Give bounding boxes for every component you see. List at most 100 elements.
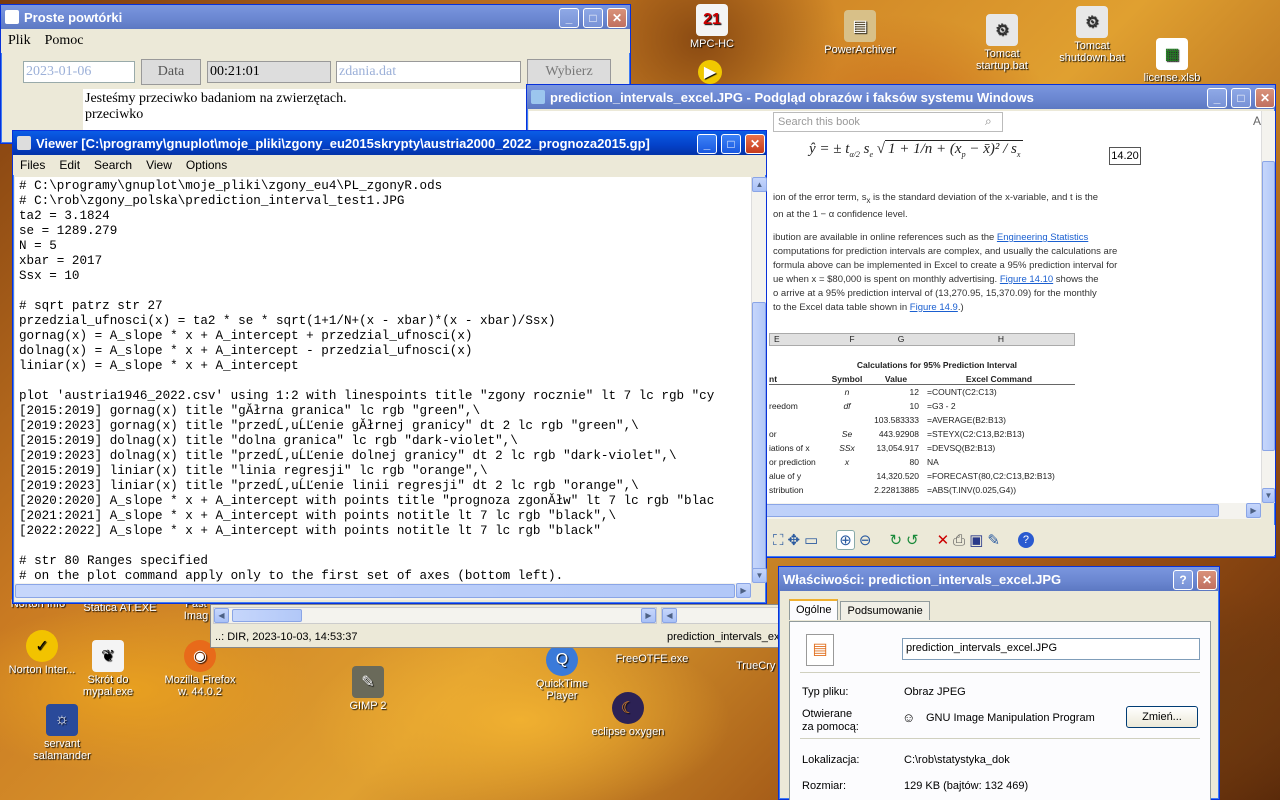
scroll-thumb[interactable] bbox=[1262, 161, 1275, 451]
viewer-hscroll[interactable]: ▶ bbox=[15, 583, 751, 600]
viewer-vscroll[interactable]: ▲ ▼ bbox=[751, 177, 767, 583]
scroll-thumb[interactable] bbox=[15, 584, 735, 598]
minimize-icon[interactable]: _ bbox=[1207, 88, 1227, 108]
scroll-left-icon[interactable]: ◀ bbox=[662, 608, 677, 623]
table-cell: 103.583333 bbox=[874, 415, 919, 425]
image-vscroll[interactable]: ▼ bbox=[1261, 111, 1275, 503]
book-search-box[interactable]: Search this book bbox=[773, 112, 1003, 132]
scroll-down-icon[interactable]: ▼ bbox=[752, 568, 767, 583]
menu-edit[interactable]: Edit bbox=[52, 158, 87, 172]
table-row: 103.583333 =AVERAGE(B2:B13) bbox=[769, 413, 1075, 427]
code-line: [2019:2023] dolnag(x) title "przedĹ‚uĹĽe… bbox=[19, 449, 677, 463]
edit-icon[interactable]: ✎ bbox=[987, 531, 1000, 549]
desktop-icon-mypal[interactable]: ❦ Skrót do mypal.exe bbox=[66, 640, 150, 698]
table-cell: =STEYX(C2:C13,B2:B13) bbox=[927, 429, 1025, 439]
scroll-right-icon[interactable]: ▶ bbox=[736, 583, 751, 598]
code-line: liniar(x) = A_slope * x + A_intercept bbox=[19, 359, 299, 373]
scroll-thumb[interactable] bbox=[752, 302, 766, 570]
change-button[interactable]: Zmień... bbox=[1126, 706, 1198, 728]
close-icon[interactable]: ✕ bbox=[607, 8, 627, 28]
right-hscroll[interactable]: ◀ bbox=[661, 607, 779, 624]
properties-titlebar[interactable]: Właściwości: prediction_intervals_excel.… bbox=[779, 567, 1219, 591]
table-cell: or prediction bbox=[769, 457, 816, 467]
scroll-up-icon[interactable]: ▲ bbox=[752, 177, 767, 192]
desktop-icon-powerarchiver[interactable]: ▤ PowerArchiver bbox=[818, 10, 902, 56]
desktop-icon-freeotfe[interactable]: FreeOTFE.exe bbox=[610, 653, 694, 665]
desktop-icon-gimp[interactable]: ✎ GIMP 2 bbox=[326, 666, 410, 712]
viewer-titlebar[interactable]: Viewer [C:\programy\gnuplot\moje_pliki\z… bbox=[13, 131, 766, 155]
date-field[interactable]: 2023-01-06 bbox=[23, 61, 135, 83]
rotate-ccw-icon[interactable]: ↺ bbox=[906, 531, 919, 549]
table-cell: df bbox=[843, 401, 851, 411]
desktop-icon-firefox[interactable]: ◉ Mozilla Firefox w. 44.0.2 bbox=[158, 640, 242, 698]
help-icon[interactable]: ? bbox=[1173, 570, 1193, 590]
viewer-text-area[interactable]: # C:\programy\gnuplot\moje_pliki\zgony_e… bbox=[15, 177, 751, 583]
scroll-right-icon[interactable]: ▶ bbox=[641, 608, 656, 623]
delete-icon[interactable]: ✕ bbox=[937, 531, 950, 549]
desktop-icon-truecrypt[interactable]: TrueCrypt bbox=[736, 660, 776, 672]
menu-view[interactable]: View bbox=[139, 158, 179, 172]
properties-dialog: Właściwości: prediction_intervals_excel.… bbox=[778, 566, 1220, 800]
menu-search[interactable]: Search bbox=[87, 158, 139, 172]
best-fit-icon[interactable]: ⛶ bbox=[773, 532, 784, 549]
code-line: [2021:2021] A_slope * x + A_intercept wi… bbox=[19, 509, 617, 523]
time-field: 00:21:01 bbox=[207, 61, 331, 83]
actual-size-icon[interactable]: ✥ bbox=[788, 531, 801, 549]
desktop-icon-tomcat-startup[interactable]: ⚙ Tomcat startup.bat bbox=[960, 14, 1044, 72]
tab-summary[interactable]: Podsumowanie bbox=[840, 601, 930, 620]
scroll-down-icon[interactable]: ▼ bbox=[1262, 488, 1275, 503]
scroll-right-icon[interactable]: ▶ bbox=[1246, 503, 1261, 518]
status-left: ..: DIR, 2023-10-03, 14:53:37 bbox=[215, 631, 358, 643]
code-line: Ssx = 10 bbox=[19, 269, 80, 283]
code-line: [2015:2019] dolnag(x) title "dolna grani… bbox=[19, 434, 518, 448]
desktop-icon-eclipse[interactable]: ☾ eclipse oxygen bbox=[586, 692, 670, 738]
scroll-thumb[interactable] bbox=[232, 609, 302, 622]
desktop-icon-player[interactable]: ▶ bbox=[690, 60, 730, 86]
choose-button[interactable]: Wybierz bbox=[527, 59, 611, 85]
maximize-icon[interactable]: □ bbox=[721, 134, 741, 154]
data-button[interactable]: Data bbox=[141, 59, 201, 85]
slideshow-icon[interactable]: ▭ bbox=[804, 531, 818, 549]
table-row: iations of x SSx 13,054.917 =DEVSQ(B2:B13) bbox=[769, 441, 1075, 455]
desktop-icon-tomcat-shutdown[interactable]: ⚙ Tomcat shutdown.bat bbox=[1050, 6, 1134, 64]
location-label: Lokalizacja: bbox=[802, 754, 860, 766]
menu-plik[interactable]: Plik bbox=[1, 33, 38, 49]
desktop-icon-servant-salamander[interactable]: ☼ servant salamander bbox=[20, 704, 104, 762]
save-icon[interactable]: ▣ bbox=[969, 531, 983, 549]
link-figure-14-9[interactable]: Figure 14.9 bbox=[910, 302, 958, 313]
minimize-icon[interactable]: _ bbox=[697, 134, 717, 154]
desktop-icon-license[interactable]: ▦ license.xlsb bbox=[1130, 38, 1214, 82]
scroll-left-icon[interactable]: ◀ bbox=[214, 608, 229, 623]
maximize-icon[interactable]: □ bbox=[1231, 88, 1251, 108]
close-icon[interactable]: ✕ bbox=[1197, 570, 1217, 590]
help-icon[interactable]: ? bbox=[1017, 532, 1034, 548]
left-hscroll[interactable]: ◀ ▶ bbox=[213, 607, 657, 624]
menu-pomoc[interactable]: Pomoc bbox=[38, 33, 91, 49]
close-icon[interactable]: ✕ bbox=[1255, 88, 1275, 108]
calendar-icon: 21 bbox=[696, 4, 728, 36]
menu-options[interactable]: Options bbox=[179, 158, 234, 172]
print-icon[interactable]: ⎙ bbox=[953, 532, 965, 549]
zoom-out-icon[interactable]: ⊖ bbox=[859, 531, 872, 549]
desktop-icon-mpc[interactable]: 21 MPC-HC bbox=[670, 4, 754, 50]
code-line: # C:\rob\zgony_polska\prediction_interva… bbox=[19, 194, 405, 208]
zoom-in-icon[interactable]: ⊕ bbox=[836, 530, 855, 550]
filename-input[interactable]: prediction_intervals_excel.JPG bbox=[902, 638, 1200, 660]
repeat-titlebar[interactable]: Proste powtórki bbox=[1, 5, 630, 29]
divider bbox=[800, 672, 1200, 673]
table-cell: alue of y bbox=[769, 471, 802, 481]
image-viewer-titlebar[interactable]: prediction_intervals_excel.JPG - Podgląd… bbox=[527, 85, 1275, 109]
link-figure-14-10[interactable]: Figure 14.10 bbox=[1000, 274, 1053, 285]
rotate-cw-icon[interactable]: ↻ bbox=[889, 531, 902, 549]
table-cell: n bbox=[844, 387, 850, 397]
batch-file-icon: ⚙ bbox=[1076, 6, 1108, 38]
menu-files[interactable]: Files bbox=[13, 158, 52, 172]
maximize-icon[interactable]: □ bbox=[583, 8, 603, 28]
table-cell bbox=[769, 413, 825, 427]
tab-general[interactable]: Ogólne bbox=[789, 599, 839, 620]
file-field[interactable]: zdania.dat bbox=[336, 61, 521, 83]
close-icon[interactable]: ✕ bbox=[745, 134, 765, 154]
table-cell: iations of x bbox=[769, 443, 810, 453]
minimize-icon[interactable]: _ bbox=[559, 8, 579, 28]
link-engineering-statistics[interactable]: Engineering Statistics bbox=[997, 232, 1088, 243]
